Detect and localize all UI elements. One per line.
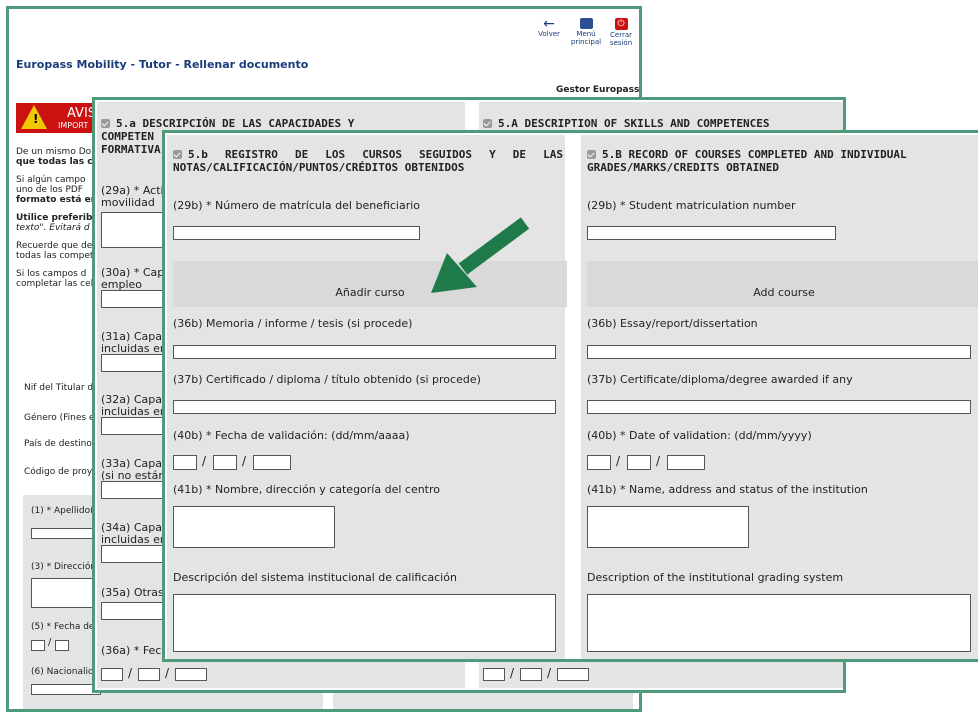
section-5b-window: 5.b REGISTRO DE LOS CURSOS SEGUIDOS Y DE… [162,130,978,662]
add-course-button[interactable]: Add course [587,261,978,307]
validation-year-input[interactable] [667,455,705,470]
section-5b-header-en: 5.B RECORD OF COURSES COMPLETED AND INDI… [587,148,907,174]
power-icon: ⏻ [614,18,628,30]
checkbox-icon [173,150,182,159]
matricula-input[interactable] [173,226,420,240]
f36a-month-input[interactable] [138,668,160,681]
volver-button[interactable]: ← Volver [533,16,565,38]
checkbox-icon [483,119,492,128]
f34a-textarea[interactable] [101,545,167,563]
gestor-label: Gestor Europass [556,85,640,95]
fecha-validacion-month-input[interactable] [213,455,237,470]
validation-day-input[interactable] [587,455,611,470]
checkbox-icon [101,119,110,128]
f30a-textarea[interactable] [101,290,167,308]
fecha-validacion-year-input[interactable] [253,455,291,470]
f36a-day-input[interactable] [101,668,123,681]
f36a-en-year-input[interactable] [557,668,589,681]
fecha-day-input[interactable] [31,640,45,651]
f36a-en-month-input[interactable] [520,668,542,681]
page-title: Europass Mobility - Tutor - Rellenar doc… [16,58,309,71]
nombre-centro-textarea[interactable] [173,506,335,548]
certificate-input[interactable] [587,400,971,414]
checkbox-icon [587,150,596,159]
section-5b-header-es: 5.b REGISTRO DE LOS CURSOS SEGUIDOS Y DE… [173,148,563,174]
section-5a-header-en: 5.A DESCRIPTION OF SKILLS AND COMPETENCE… [483,117,770,130]
memoria-input[interactable] [173,345,556,359]
fecha-validacion-day-input[interactable] [173,455,197,470]
f36a-en-day-input[interactable] [483,668,505,681]
f31a-textarea[interactable] [101,354,167,372]
f33a-textarea[interactable] [101,481,167,499]
grading-system-textarea[interactable] [587,594,971,652]
f35a-textarea[interactable] [101,602,167,620]
certificado-input[interactable] [173,400,556,414]
back-arrow-icon: ← [543,16,555,32]
cerrar-sesion-button[interactable]: ⏻ Cerrar sesión [605,18,637,47]
f29a-textarea[interactable] [101,212,167,248]
nacionalidad-input[interactable] [31,684,101,695]
essay-input[interactable] [587,345,971,359]
annotation-arrow-icon [431,217,530,293]
menu-icon [579,18,593,29]
matriculation-input[interactable] [587,226,836,240]
menu-principal-button[interactable]: Menú principal [569,18,603,46]
institution-textarea[interactable] [587,506,749,548]
section-5a-header-es: 5.a DESCRIPCIÓN DE LAS CAPACIDADES Y [101,117,354,130]
sistema-calificacion-textarea[interactable] [173,594,556,652]
apellido-input[interactable] [31,528,101,539]
direccion-input[interactable] [31,578,101,608]
f32a-textarea[interactable] [101,417,167,435]
fecha-month-input[interactable] [55,640,69,651]
f36a-year-input[interactable] [175,668,207,681]
validation-month-input[interactable] [627,455,651,470]
